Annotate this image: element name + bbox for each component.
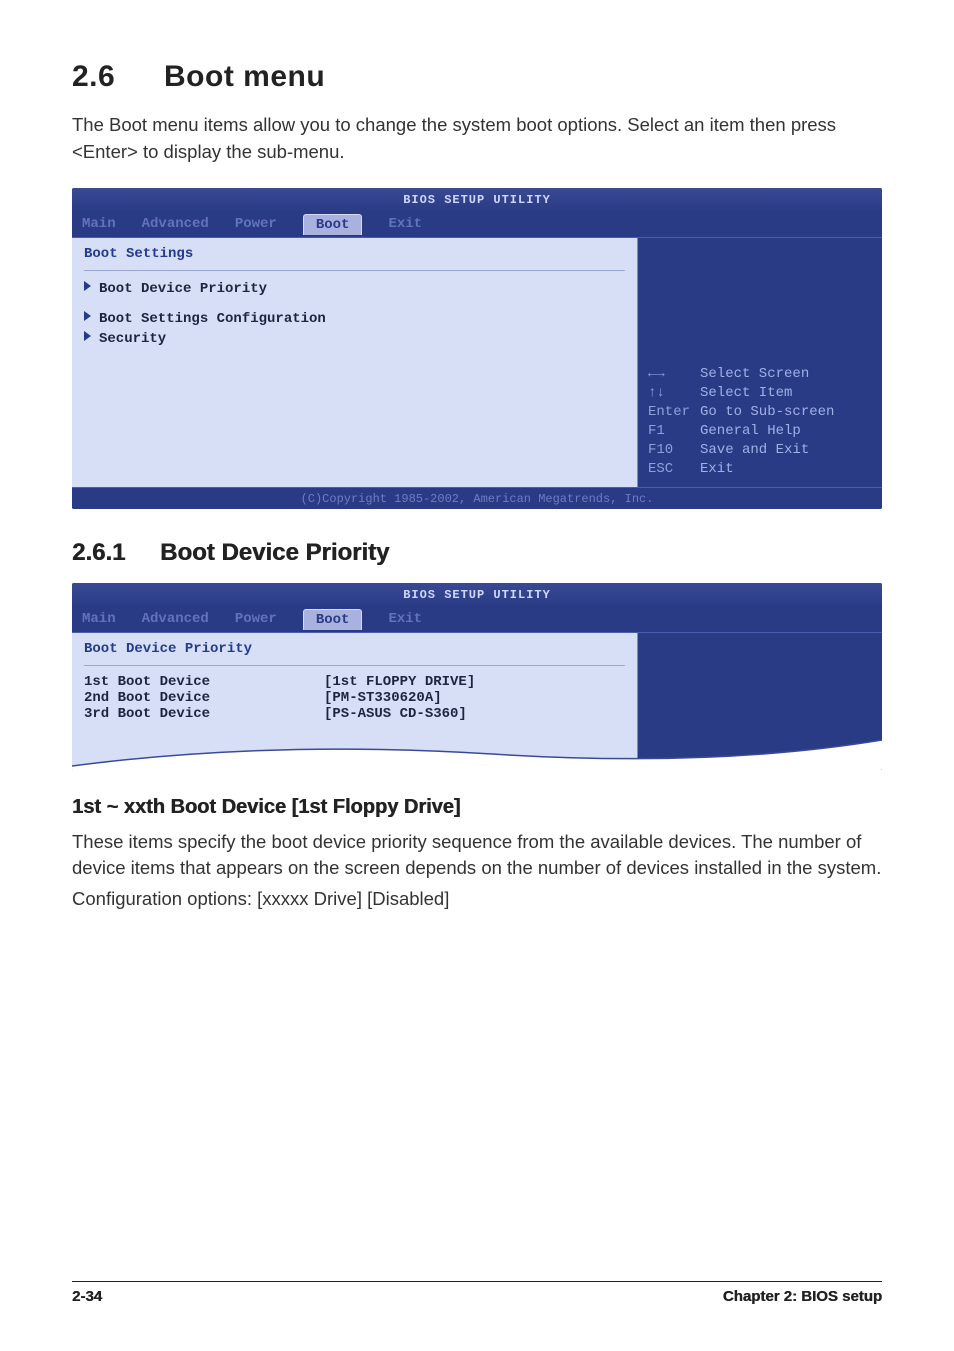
bios-footer: (C)Copyright 1985-2002, American Megatre… [72, 487, 882, 509]
action-exit: Exit [700, 460, 876, 479]
bios-help-keys: ←→Select Screen ↑↓Select Item EnterGo to… [648, 365, 876, 478]
bios-right-pane [638, 633, 882, 770]
tab-advanced[interactable]: Advanced [142, 611, 209, 627]
subsection-title: Boot Device Priority [160, 539, 389, 566]
action-select-item: Select Item [700, 384, 876, 403]
tab-exit[interactable]: Exit [388, 611, 422, 627]
tab-main[interactable]: Main [82, 611, 116, 627]
tab-advanced[interactable]: Advanced [142, 216, 209, 232]
action-save-exit: Save and Exit [700, 441, 876, 460]
key-f10: F10 [648, 441, 700, 460]
boot-device-priority-title: Boot Device Priority [84, 641, 625, 657]
tab-power[interactable]: Power [235, 216, 277, 232]
key-esc: ESC [648, 460, 700, 479]
menu-boot-settings-config[interactable]: Boot Settings Configuration [84, 309, 625, 329]
key-left-right: ←→ [648, 365, 700, 384]
divider [84, 270, 625, 271]
boot-device-row-1[interactable]: 1st Boot Device [1st FLOPPY DRIVE] [84, 674, 625, 690]
triangle-icon [84, 281, 91, 291]
triangle-icon [84, 311, 91, 321]
key-f1: F1 [648, 422, 700, 441]
tab-main[interactable]: Main [82, 216, 116, 232]
menu-boot-device-priority[interactable]: Boot Device Priority [84, 279, 625, 299]
bios-boot-device-priority: BIOS SETUP UTILITY Main Advanced Power B… [72, 583, 882, 770]
tab-boot[interactable]: Boot [303, 609, 363, 630]
bios-title-bar: BIOS SETUP UTILITY [72, 188, 882, 212]
option-description: These items specify the boot device prio… [72, 829, 882, 883]
subsection-heading: 2.6.1Boot Device Priority [72, 539, 882, 567]
subsection-number: 2.6.1 [72, 539, 160, 567]
bios-title-bar: BIOS SETUP UTILITY [72, 583, 882, 607]
action-general-help: General Help [700, 422, 876, 441]
tab-exit[interactable]: Exit [388, 216, 422, 232]
menu-security[interactable]: Security [84, 329, 625, 349]
option-heading: 1st ~ xxth Boot Device [1st Floppy Drive… [72, 796, 882, 819]
divider [84, 665, 625, 666]
page-footer: 2-34 Chapter 2: BIOS setup [72, 1281, 882, 1305]
bios-boot-settings: BIOS SETUP UTILITY Main Advanced Power B… [72, 188, 882, 509]
key-up-down: ↑↓ [648, 384, 700, 403]
key-enter: Enter [648, 403, 700, 422]
bios-tabs: Main Advanced Power Boot Exit [72, 212, 882, 238]
chapter-label: Chapter 2: BIOS setup [723, 1288, 882, 1305]
boot-settings-title: Boot Settings [84, 246, 625, 262]
boot-device-row-2[interactable]: 2nd Boot Device [PM-ST330620A] [84, 690, 625, 706]
action-sub-screen: Go to Sub-screen [700, 403, 876, 422]
bios-left-pane: Boot Settings Boot Device Priority Boot … [72, 238, 638, 487]
page-number: 2-34 [72, 1288, 102, 1305]
section-number: 2.6 [72, 60, 164, 94]
bios-tabs: Main Advanced Power Boot Exit [72, 607, 882, 633]
bios-left-pane: Boot Device Priority 1st Boot Device [1s… [72, 633, 638, 770]
bios-right-pane: ←→Select Screen ↑↓Select Item EnterGo to… [638, 238, 882, 487]
option-config: Configuration options: [xxxxx Drive] [Di… [72, 886, 882, 913]
section-heading: 2.6Boot menu [72, 60, 882, 94]
action-select-screen: Select Screen [700, 365, 876, 384]
section-title: Boot menu [164, 60, 325, 93]
tab-power[interactable]: Power [235, 611, 277, 627]
tab-boot[interactable]: Boot [303, 214, 363, 235]
boot-device-row-3[interactable]: 3rd Boot Device [PS-ASUS CD-S360] [84, 706, 625, 722]
intro-paragraph: The Boot menu items allow you to change … [72, 112, 882, 166]
triangle-icon [84, 331, 91, 341]
